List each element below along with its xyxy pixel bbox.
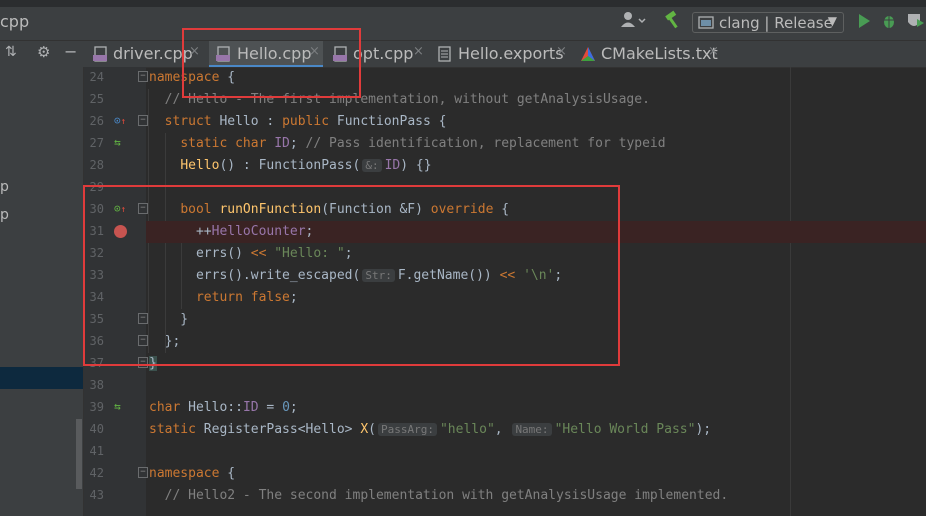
debug-bug-icon[interactable]: [881, 10, 897, 32]
main-toolbar: cpp clang | Release ▼: [0, 0, 926, 41]
chevron-down-icon: ▼: [827, 14, 837, 28]
breadcrumb[interactable]: cpp: [0, 12, 29, 31]
code-line-26[interactable]: 26 ⊙↑ − struct Hello : public FunctionPa…: [84, 111, 926, 133]
sidebar-scrollbar[interactable]: [76, 419, 82, 489]
parameter-hint: PassArg:: [378, 423, 437, 436]
selected-tree-row[interactable]: [0, 367, 83, 389]
code-line-41[interactable]: 41: [84, 441, 926, 463]
code-line-27[interactable]: 27 ⇆ static char ID; // Pass identificat…: [84, 133, 926, 155]
text-file-icon: [438, 46, 451, 62]
fold-marker-icon[interactable]: −: [138, 71, 148, 82]
tab-label: opt.cpp: [353, 44, 414, 63]
code-text: // Hello2 - The second implementation wi…: [149, 488, 729, 503]
fold-marker-icon[interactable]: −: [138, 467, 148, 478]
editor-tab-bar: ⇅ ⚙ − driver.cpp × Hello.cpp × opt.cpp ×…: [0, 41, 926, 68]
code-line-39[interactable]: 39 ⇆ char Hello::ID = 0;: [84, 397, 926, 419]
code-text: static char ID; // Pass identification, …: [180, 136, 666, 151]
run-configuration-select[interactable]: clang | Release ▼: [692, 12, 844, 33]
hide-panel-icon[interactable]: −: [64, 42, 77, 61]
line-number: 24: [89, 70, 104, 84]
tree-node-fragment[interactable]: p: [0, 179, 9, 195]
code-line-28[interactable]: 28 Hello() : FunctionPass(&: ID) {}: [84, 155, 926, 177]
parameter-hint: &:: [362, 159, 382, 172]
close-icon[interactable]: ×: [556, 44, 567, 59]
line-number: 25: [89, 92, 104, 106]
line-number: 39: [89, 400, 104, 414]
related-symbol-icon[interactable]: ⇆: [114, 400, 121, 413]
tab-label: CMakeLists.txt: [601, 44, 718, 63]
tab-label: Hello.exports: [458, 44, 564, 63]
parameter-hint: Name:: [512, 423, 552, 436]
annotation-box-active-tab: [182, 28, 361, 98]
cmake-icon: [581, 47, 595, 61]
code-text: Hello() : FunctionPass(&: ID) {}: [180, 158, 432, 173]
line-number: 42: [89, 466, 104, 480]
coverage-icon[interactable]: [906, 10, 926, 32]
line-number: 38: [89, 378, 104, 392]
code-text: char Hello::ID = 0;: [149, 400, 298, 415]
annotation-box-run-on-function: [83, 185, 620, 366]
project-tool-window: p p: [0, 67, 84, 516]
collapse-all-icon[interactable]: ⇅: [5, 44, 17, 60]
tree-node-fragment[interactable]: p: [0, 207, 9, 223]
title-strip: [0, 0, 926, 7]
implemented-marker-icon[interactable]: ⊙↑: [114, 114, 126, 127]
code-text: struct Hello : public FunctionPass {: [164, 114, 447, 129]
related-symbol-icon[interactable]: ⇆: [114, 136, 121, 149]
cmake-config-icon: [698, 16, 714, 29]
fold-marker-icon[interactable]: −: [138, 115, 148, 126]
user-icon[interactable]: [620, 10, 648, 32]
code-text: static RegisterPass<Hello> X(PassArg: "he…: [149, 422, 712, 437]
tab-label: driver.cpp: [113, 44, 193, 63]
build-hammer-icon[interactable]: [664, 10, 682, 32]
close-icon[interactable]: ×: [413, 44, 424, 59]
gear-icon[interactable]: ⚙: [37, 43, 50, 61]
code-text: namespace {: [149, 466, 236, 481]
line-number: 26: [89, 114, 104, 128]
line-number: 27: [89, 136, 104, 150]
code-line-38[interactable]: 38: [84, 375, 926, 397]
tab-cmakelists[interactable]: CMakeLists.txt ×: [580, 41, 722, 67]
line-number: 43: [89, 488, 104, 502]
run-configuration-label: clang | Release: [719, 14, 833, 32]
cpp-file-icon: [93, 46, 107, 62]
code-line-40[interactable]: 40 static RegisterPass<Hello> X(PassArg:…: [84, 419, 926, 441]
line-number: 40: [89, 422, 104, 436]
project-panel-tools: ⇅ ⚙ −: [0, 41, 84, 67]
close-icon[interactable]: ×: [708, 44, 719, 59]
tab-hello-exports[interactable]: Hello.exports ×: [438, 41, 570, 67]
line-number: 28: [89, 158, 104, 172]
line-number: 41: [89, 444, 104, 458]
code-line-43[interactable]: 43 // Hello2 - The second implementation…: [84, 485, 926, 507]
code-line-42[interactable]: 42 − namespace {: [84, 463, 926, 485]
run-icon[interactable]: [856, 10, 872, 32]
